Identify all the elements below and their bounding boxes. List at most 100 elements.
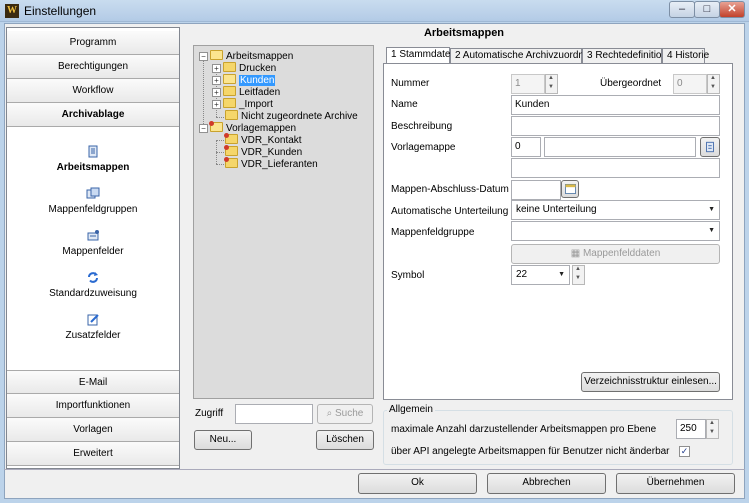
max-label: maximale Anzahl darzustellender Arbeitsm… <box>391 424 657 435</box>
folder-tree[interactable]: − Arbeitsmappen + Drucken + Kunden + Leitfad… <box>193 45 374 399</box>
nav-item-programm[interactable]: Programm <box>7 31 179 55</box>
nummer-label: Nummer <box>391 78 430 89</box>
template-folder-icon <box>224 133 238 144</box>
api-label: über API angelegte Arbeitsmappen für Ben… <box>391 446 670 457</box>
folder-icon <box>223 62 236 72</box>
new-button[interactable]: Neu... <box>194 430 252 450</box>
maximize-button[interactable]: □ <box>694 1 720 18</box>
fields-icon <box>87 230 99 241</box>
calendar-icon <box>564 184 576 194</box>
nav-sub-mappenfeldgruppen[interactable]: Mappenfeldgruppen <box>7 187 179 215</box>
document-icon <box>88 145 98 158</box>
delete-button[interactable]: Löschen <box>316 430 374 450</box>
feldgruppe-select[interactable] <box>511 221 720 241</box>
max-input[interactable]: 250 <box>676 419 706 439</box>
symbol-select[interactable]: 22 <box>511 265 570 285</box>
template-folder-icon <box>209 121 223 132</box>
collapse-icon[interactable]: − <box>199 124 208 133</box>
nav-sub-mappenfelder[interactable]: Mappenfelder <box>7 229 179 257</box>
tab-stammdaten[interactable]: 1 Stammdaten <box>386 47 456 64</box>
abschluss-label: Mappen-Abschluss-Datum <box>391 184 509 195</box>
window-title: Einstellungen <box>24 4 97 18</box>
nav-sub-arbeitsmappen[interactable]: Arbeitsmappen <box>7 145 179 173</box>
page-title: Arbeitsmappen <box>423 27 505 39</box>
folder-icon <box>223 98 236 108</box>
name-input[interactable]: Kunden <box>511 95 720 115</box>
beschreibung-input[interactable] <box>511 116 720 136</box>
uebergeordnet-input[interactable]: 0 <box>673 74 707 94</box>
close-button[interactable]: ✕ <box>719 1 745 18</box>
expand-icon[interactable]: + <box>212 64 221 73</box>
uebergeordnet-label: Übergeordnet <box>600 78 662 89</box>
abschluss-date-input[interactable] <box>511 180 561 200</box>
max-spinner[interactable] <box>706 419 719 439</box>
beschreibung-label: Beschreibung <box>391 121 453 132</box>
symbol-label: Symbol <box>391 270 425 281</box>
nav-item-importfunktionen[interactable]: Importfunktionen <box>7 394 179 418</box>
symbol-spinner[interactable] <box>572 265 585 285</box>
access-label: Zugriff <box>195 408 224 419</box>
nav-sub-label: Mappenfelder <box>62 246 124 257</box>
uebergeordnet-spinner[interactable] <box>707 74 720 94</box>
folder-open-icon <box>223 74 236 84</box>
nummer-spinner[interactable] <box>545 74 558 94</box>
nav-sub-label: Mappenfeldgruppen <box>48 204 138 215</box>
nav-item-erweitert[interactable]: Erweitert <box>7 442 179 466</box>
nav-item-vorlagen[interactable]: Vorlagen <box>7 418 179 442</box>
search-button[interactable]: ⌕ Suche <box>317 404 373 424</box>
folder-open-icon <box>210 50 223 60</box>
refresh-icon <box>88 272 98 283</box>
apply-button[interactable]: Übernehmen <box>616 473 735 494</box>
expand-icon[interactable]: + <box>212 88 221 97</box>
tab-rechtedefinition[interactable]: 3 Rechtedefinition <box>582 48 667 64</box>
vorlagemappe-label: Vorlagemappe <box>391 142 456 153</box>
nav-sub-label: Zusatzfelder <box>65 330 121 341</box>
calendar-button[interactable] <box>561 180 579 198</box>
tab-automatische-archivzuordnung[interactable]: 2 Automatische Archivzuordnung <box>450 48 601 64</box>
vorlagemappe-browse-button[interactable] <box>700 137 720 157</box>
fields-icon: ▦ <box>570 248 583 259</box>
title-bar <box>0 0 749 22</box>
verzeichnisstruktur-button[interactable]: Verzeichnisstruktur einlesen... <box>581 372 720 392</box>
group-fields-icon <box>86 187 100 199</box>
document-icon <box>706 141 714 153</box>
folder-icon <box>223 86 236 96</box>
divider <box>4 469 745 470</box>
nav-sub-label: Arbeitsmappen <box>56 162 130 173</box>
general-group-title: Allgemein <box>387 404 435 415</box>
collapse-icon[interactable]: − <box>199 52 208 61</box>
nav-item-email[interactable]: E-Mail <box>7 370 179 394</box>
expand-icon[interactable]: + <box>212 100 221 109</box>
nav-item-archivablage[interactable]: Archivablage <box>7 103 179 127</box>
magnifier-icon: ⌕ <box>326 408 336 419</box>
template-folder-icon <box>224 157 238 168</box>
tab-strip: 1 Stammdaten 2 Automatische Archivzuordn… <box>383 47 733 64</box>
vorlagemappe-name-input[interactable] <box>544 137 696 157</box>
nav-sub-label: Standardzuweisung <box>49 288 137 299</box>
app-icon: W <box>5 4 19 18</box>
tree-node-vdr-lieferanten[interactable]: VDR_Lieferanten <box>224 157 318 171</box>
feldgruppe-label: Mappenfeldgruppe <box>391 227 475 238</box>
expand-icon[interactable]: + <box>212 76 221 85</box>
edit-icon <box>87 314 99 326</box>
unterteilung-label: Automatische Unterteilung <box>391 206 509 217</box>
tab-historie[interactable]: 4 Historie <box>662 48 709 64</box>
folder-icon <box>225 110 238 120</box>
ok-button[interactable]: Ok <box>358 473 477 494</box>
api-checkbox[interactable]: ✓ <box>679 446 690 457</box>
settings-navigation: Programm Berechtigungen Workflow Archiva… <box>6 27 180 469</box>
nav-item-workflow[interactable]: Workflow <box>7 79 179 103</box>
nummer-input[interactable]: 1 <box>511 74 545 94</box>
mappenfelddaten-button[interactable]: ▦ Mappenfelddaten <box>511 244 720 264</box>
name-label: Name <box>391 99 418 110</box>
vorlagemappe-id-input[interactable]: 0 <box>511 137 541 157</box>
vorlagemappe-extra-input[interactable] <box>511 158 720 178</box>
nav-sub-standardzuweisung[interactable]: Standardzuweisung <box>7 271 179 299</box>
cancel-button[interactable]: Abbrechen <box>487 473 606 494</box>
access-input[interactable] <box>235 404 313 424</box>
nav-item-berechtigungen[interactable]: Berechtigungen <box>7 55 179 79</box>
template-folder-icon <box>224 145 238 156</box>
minimize-button[interactable]: – <box>669 1 695 18</box>
nav-sub-zusatzfelder[interactable]: Zusatzfelder <box>7 313 179 341</box>
unterteilung-select[interactable]: keine Unterteilung <box>511 200 720 220</box>
